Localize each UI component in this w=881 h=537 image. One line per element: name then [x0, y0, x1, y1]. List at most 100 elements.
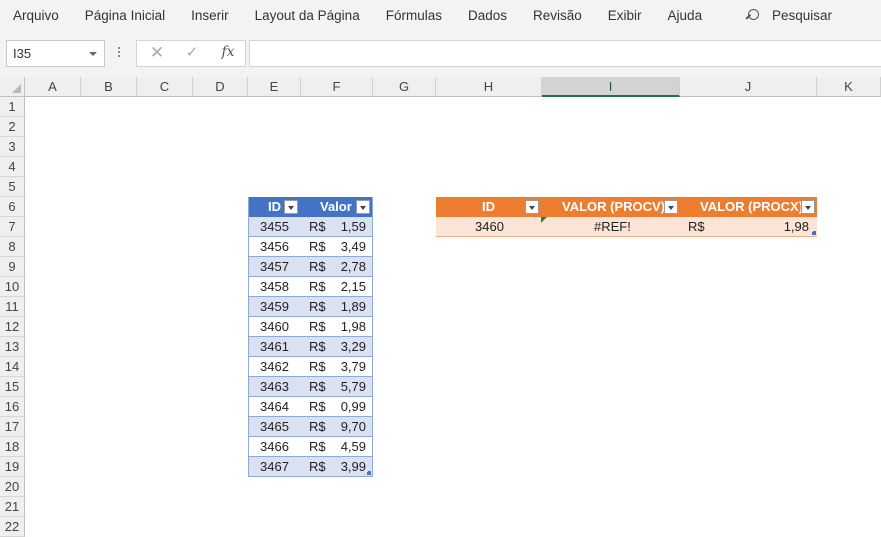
column-header-d[interactable]: D: [193, 77, 248, 97]
column-header-i[interactable]: I: [542, 77, 680, 97]
enter-icon[interactable]: ✓: [182, 43, 202, 63]
table-row[interactable]: 3456 R$ 3,49: [248, 237, 372, 257]
column-header-a[interactable]: A: [25, 77, 81, 97]
table-resize-handle[interactable]: [367, 471, 371, 475]
row-currency: R$: [309, 379, 326, 394]
column-header-k[interactable]: K: [817, 77, 881, 97]
formula-input[interactable]: [249, 40, 881, 67]
row-header[interactable]: 13: [0, 337, 25, 357]
drag-handle-icon[interactable]: [117, 45, 121, 59]
table-row[interactable]: 3459 R$ 1,89: [248, 297, 372, 317]
row-header[interactable]: 8: [0, 237, 25, 257]
row-header[interactable]: 5: [0, 177, 25, 197]
row-id: 3455: [260, 219, 289, 234]
search-box[interactable]: Pesquisar: [744, 0, 832, 31]
lookup-header-id[interactable]: ID: [482, 197, 495, 217]
menu-arquivo[interactable]: Arquivo: [0, 0, 72, 31]
row-header[interactable]: 3: [0, 137, 25, 157]
table-resize-handle[interactable]: [812, 231, 816, 235]
table-row[interactable]: 3465 R$ 9,70: [248, 417, 372, 437]
search-label: Pesquisar: [772, 8, 833, 23]
column-header-j[interactable]: J: [680, 77, 817, 97]
row-header[interactable]: 2: [0, 117, 25, 137]
table-row[interactable]: 3464 R$ 0,99: [248, 397, 372, 417]
filter-dropdown-icon[interactable]: [525, 200, 539, 214]
table-row[interactable]: 3460 R$ 1,98: [248, 317, 372, 337]
table-row[interactable]: 3457 R$ 2,78: [248, 257, 372, 277]
row-header[interactable]: 21: [0, 497, 25, 517]
price-header-value-cell[interactable]: Valor: [301, 197, 372, 217]
row-currency: R$: [309, 439, 326, 454]
table-row[interactable]: 3467 R$ 3,99: [248, 457, 372, 477]
table-row[interactable]: 3455 R$ 1,59: [248, 217, 372, 237]
menu-formulas[interactable]: Fórmulas: [373, 0, 455, 31]
row-header[interactable]: 15: [0, 377, 25, 397]
lookup-table-row[interactable]: 3460 #REF! R$ 1,98: [436, 217, 817, 237]
row-header[interactable]: 10: [0, 277, 25, 297]
row-currency: R$: [309, 239, 326, 254]
row-id: 3456: [260, 239, 289, 254]
row-currency: R$: [309, 399, 326, 414]
chevron-down-icon[interactable]: [89, 52, 97, 56]
select-all-corner[interactable]: [0, 77, 25, 97]
table-row[interactable]: 3466 R$ 4,59: [248, 437, 372, 457]
row-header[interactable]: 11: [0, 297, 25, 317]
name-box-value: I35: [13, 46, 32, 61]
row-header[interactable]: 9: [0, 257, 25, 277]
cancel-icon[interactable]: ✕: [147, 43, 167, 63]
menu-revisao[interactable]: Revisão: [520, 0, 595, 31]
price-header-id-cell[interactable]: ID: [248, 197, 301, 217]
menu-pagina-inicial[interactable]: Página Inicial: [72, 0, 178, 31]
row-header[interactable]: 7: [0, 217, 25, 237]
row-id: 3457: [260, 259, 289, 274]
filter-dropdown-icon[interactable]: [284, 200, 298, 214]
column-header-h[interactable]: H: [436, 77, 542, 97]
row-header[interactable]: 16: [0, 397, 25, 417]
row-value: 1,89: [340, 299, 366, 314]
row-value: 5,79: [340, 379, 366, 394]
column-header-e[interactable]: E: [248, 77, 301, 97]
filter-dropdown-icon[interactable]: [801, 200, 815, 214]
filter-dropdown-icon[interactable]: [356, 200, 370, 214]
row-value: 4,59: [340, 439, 366, 454]
formula-bar: I35 ✕ ✓ fx: [0, 31, 881, 77]
row-currency: R$: [309, 459, 326, 474]
row-value: 3,49: [340, 239, 366, 254]
name-box[interactable]: I35: [6, 40, 105, 67]
table-row[interactable]: 3463 R$ 5,79: [248, 377, 372, 397]
row-id: 3465: [260, 419, 289, 434]
row-currency: R$: [309, 359, 326, 374]
table-row[interactable]: 3458 R$ 2,15: [248, 277, 372, 297]
row-currency: R$: [309, 339, 326, 354]
menu-ajuda[interactable]: Ajuda: [655, 0, 716, 31]
menu-inserir[interactable]: Inserir: [178, 0, 242, 31]
row-id: 3461: [260, 339, 289, 354]
row-header[interactable]: 22: [0, 517, 25, 537]
row-header[interactable]: 19: [0, 457, 25, 477]
row-header[interactable]: 6: [0, 197, 25, 217]
row-value: 3,99: [340, 459, 366, 474]
filter-dropdown-icon[interactable]: [664, 200, 678, 214]
menu-exibir[interactable]: Exibir: [595, 0, 655, 31]
lookup-header-procv[interactable]: VALOR (PROCV): [562, 197, 665, 217]
error-indicator-icon[interactable]: [541, 217, 547, 223]
column-header-b[interactable]: B: [81, 77, 137, 97]
row-header[interactable]: 1: [0, 97, 25, 117]
row-id: 3459: [260, 299, 289, 314]
row-header[interactable]: 18: [0, 437, 25, 457]
table-row[interactable]: 3462 R$ 3,79: [248, 357, 372, 377]
column-header-g[interactable]: G: [373, 77, 436, 97]
row-header[interactable]: 14: [0, 357, 25, 377]
menu-dados[interactable]: Dados: [455, 0, 520, 31]
menu-layout-da-pagina[interactable]: Layout da Página: [242, 0, 373, 31]
column-header-c[interactable]: C: [137, 77, 193, 97]
insert-function-icon[interactable]: fx: [217, 42, 239, 62]
row-header[interactable]: 4: [0, 157, 25, 177]
row-header[interactable]: 17: [0, 417, 25, 437]
table-row[interactable]: 3461 R$ 3,29: [248, 337, 372, 357]
column-header-f[interactable]: F: [301, 77, 373, 97]
row-header[interactable]: 12: [0, 317, 25, 337]
row-header[interactable]: 20: [0, 477, 25, 497]
lookup-header-procx[interactable]: VALOR (PROCX): [700, 197, 803, 217]
row-currency: R$: [309, 279, 326, 294]
